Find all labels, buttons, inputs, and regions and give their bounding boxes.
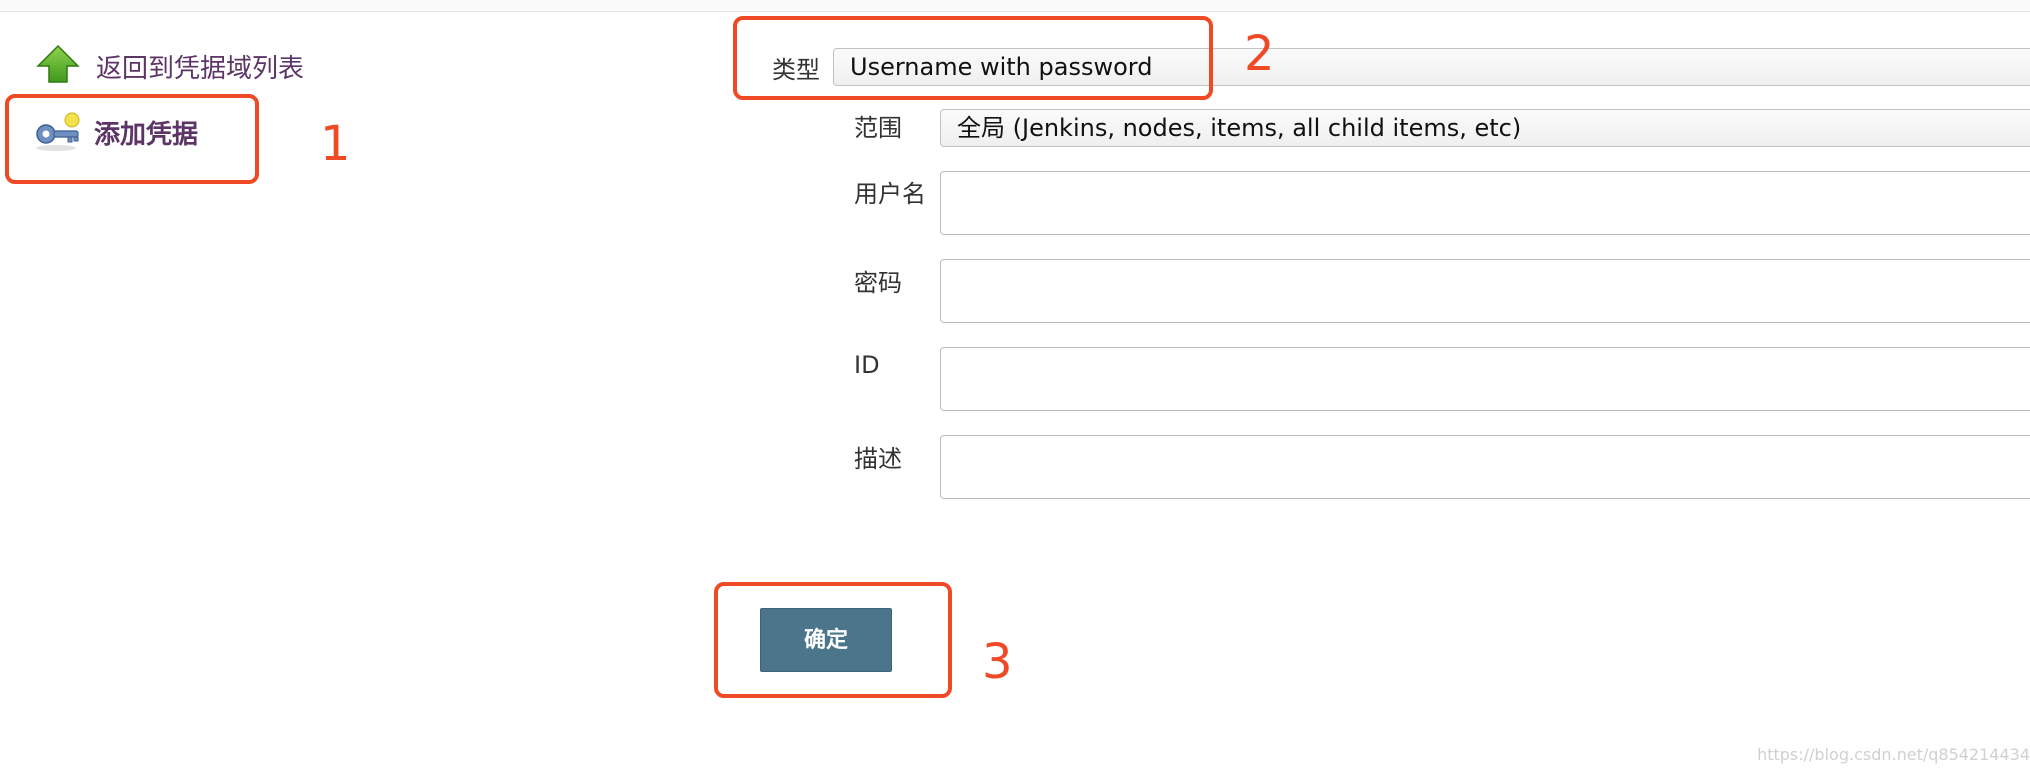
watermark: https://blog.csdn.net/q854214434 <box>1757 745 2030 764</box>
username-label: 用户名 <box>854 180 926 208</box>
top-bar <box>0 0 2030 12</box>
annotation-number-3: 3 <box>982 634 1013 690</box>
scope-select-value: 全局 (Jenkins, nodes, items, all child ite… <box>957 114 1522 142</box>
annotation-box-3 <box>714 582 952 698</box>
back-link-label: 返回到凭据域列表 <box>96 53 305 84</box>
description-input[interactable] <box>940 435 2030 499</box>
id-input[interactable] <box>940 347 2030 411</box>
annotation-box-1 <box>5 94 259 184</box>
scope-label: 范围 <box>854 114 902 142</box>
annotation-number-1: 1 <box>320 116 351 172</box>
password-input[interactable] <box>940 259 2030 323</box>
annotation-number-2: 2 <box>1244 26 1275 82</box>
username-input[interactable] <box>940 171 2030 235</box>
credentials-page: 返回到凭据域列表 添加凭据 类型 Username with password … <box>0 0 2030 776</box>
back-to-domains-link[interactable]: 返回到凭据域列表 <box>36 44 304 88</box>
description-label: 描述 <box>854 445 902 473</box>
scope-select[interactable]: 全局 (Jenkins, nodes, items, all child ite… <box>940 109 2030 147</box>
id-label: ID <box>854 351 880 379</box>
password-label: 密码 <box>854 269 902 297</box>
annotation-box-2 <box>733 16 1213 100</box>
arrow-up-icon <box>36 44 86 88</box>
